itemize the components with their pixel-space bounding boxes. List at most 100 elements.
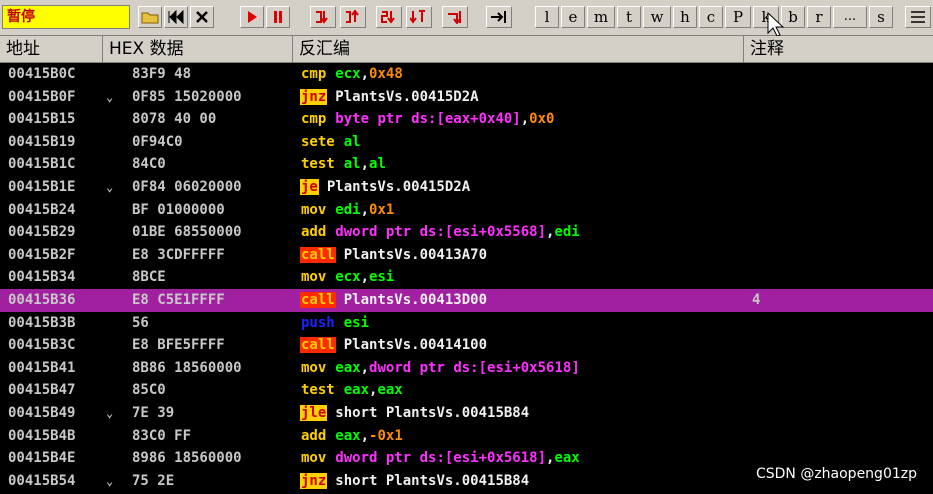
- row-disasm: mov dword ptr ds:[esi+0x5618],eax: [300, 447, 580, 470]
- row-mnemonic: push: [301, 314, 335, 331]
- row-address: 00415B24: [8, 201, 76, 218]
- row-disasm: push esi: [300, 312, 369, 335]
- row-hex: 01BE 68550000: [132, 224, 242, 241]
- trace-over-icon: [410, 10, 425, 24]
- table-row[interactable]: 00415B2F E8 3CDFFFFF call PlantsVs.00413A70: [0, 244, 933, 267]
- run-button[interactable]: [240, 6, 264, 28]
- executable-modules-button[interactable]: e: [561, 6, 585, 28]
- row-operand: ecx: [335, 66, 361, 82]
- table-row[interactable]: 00415B41 8B86 18560000 mov eax,dword ptr ds…: [0, 357, 933, 380]
- row-hex: 7E 39: [132, 405, 175, 421]
- row-operand: PlantsVs.00414100: [343, 337, 488, 354]
- row-operand: PlantsVs.00415D2A: [326, 179, 471, 195]
- row-hex: 8078 40 00: [132, 111, 217, 128]
- table-row[interactable]: 00415B36 E8 C5E1FFFF call PlantsVs.00413D00…: [0, 289, 933, 312]
- trace-into-icon: [381, 11, 395, 24]
- execute-till-return-button[interactable]: [442, 6, 468, 28]
- table-row[interactable]: 00415B3B 56 push esi: [0, 312, 933, 335]
- row-comment: 4: [752, 292, 761, 308]
- row-disasm: add eax,-0x1: [300, 425, 403, 448]
- patches-button[interactable]: P: [725, 6, 751, 28]
- row-address: 00415B15: [8, 111, 76, 128]
- step-into-button[interactable]: [310, 6, 336, 28]
- row-operand: eax: [343, 382, 370, 399]
- memory-map-button[interactable]: m: [587, 6, 615, 28]
- row-hex: E8 C5E1FFFF: [132, 292, 225, 308]
- row-mnemonic: jnz: [300, 88, 328, 105]
- row-operand: 0x1: [369, 201, 395, 218]
- table-row[interactable]: 00415B1C 84C0 test al,al: [0, 153, 933, 176]
- column-address[interactable]: 地址: [0, 36, 103, 63]
- row-disasm: cmp ecx,0x48: [300, 63, 403, 86]
- row-mnemonic: je: [300, 179, 319, 195]
- row-disasm: jle short PlantsVs.00415B84: [300, 402, 529, 425]
- row-address: 00415B0C: [8, 66, 76, 82]
- watermark: CSDN @zhaopeng01zp: [755, 466, 917, 482]
- step-into-icon: [316, 11, 328, 24]
- row-address: 00415B36: [8, 292, 76, 308]
- threads-button[interactable]: t: [617, 6, 641, 28]
- row-address: 00415B54: [8, 472, 76, 489]
- row-operand: esi: [343, 314, 370, 331]
- trace-into-button[interactable]: [376, 6, 402, 28]
- row-hex: 0F94C0: [132, 133, 183, 150]
- table-row[interactable]: 00415B47 85C0 test eax,eax: [0, 379, 933, 402]
- table-row[interactable]: 00415B1E ⌄ 0F84 06020000 je PlantsVs.00415D2…: [0, 176, 933, 199]
- table-row[interactable]: 00415B15 8078 40 00 cmp byte ptr ds:[eax+0x…: [0, 108, 933, 131]
- status-indicator: 暂停: [2, 5, 130, 29]
- row-operand: short PlantsVs.00415B84: [335, 405, 530, 421]
- references-button[interactable]: r: [807, 6, 831, 28]
- row-operand: ecx: [335, 269, 361, 286]
- column-comment[interactable]: 注释: [744, 36, 933, 63]
- pause-button[interactable]: [266, 6, 290, 28]
- source-button[interactable]: s: [869, 6, 893, 28]
- table-row[interactable]: 00415B19 0F94C0 sete al: [0, 131, 933, 154]
- row-operand: -0x1: [369, 427, 403, 444]
- restart-button[interactable]: [164, 6, 188, 28]
- cpu-button[interactable]: c: [699, 6, 723, 28]
- row-mnemonic: mov: [301, 450, 327, 467]
- table-row[interactable]: 00415B34 8BCE mov ecx,esi: [0, 266, 933, 289]
- row-mnemonic: mov: [301, 201, 327, 218]
- row-hex: 83F9 48: [132, 66, 192, 82]
- row-hex: 0F84 06020000: [132, 179, 242, 195]
- row-operand: al: [343, 133, 361, 150]
- table-row[interactable]: 00415B29 01BE 68550000 add dword ptr ds:[es…: [0, 221, 933, 244]
- table-row[interactable]: 00415B0F ⌄ 0F85 15020000 jnz PlantsVs.00415D…: [0, 86, 933, 109]
- row-hex: 75 2E: [132, 472, 175, 489]
- column-disasm[interactable]: 反汇编: [293, 36, 744, 63]
- row-hex: 84C0: [132, 156, 166, 173]
- table-row[interactable]: 00415B3C E8 BFE5FFFF call PlantsVs.00414100: [0, 334, 933, 357]
- go-to-origin-button[interactable]: [486, 6, 512, 28]
- menu-button[interactable]: [905, 6, 931, 28]
- log-window-button[interactable]: l: [535, 6, 559, 28]
- row-hex: 85C0: [132, 382, 166, 399]
- row-mnemonic: mov: [301, 269, 327, 286]
- disassembly-list[interactable]: 00415B0C 83F9 48 cmp ecx,0x48 00415B0F ⌄ 0F85 …: [0, 63, 933, 494]
- jump-arrow-icon: ⌄: [106, 89, 114, 104]
- row-disasm: call PlantsVs.00414100: [300, 334, 487, 357]
- row-address: 00415B2F: [8, 246, 76, 263]
- handles-button[interactable]: h: [673, 6, 697, 28]
- trace-over-button[interactable]: [406, 6, 432, 28]
- open-file-button[interactable]: [138, 6, 162, 28]
- table-row[interactable]: 00415B49 ⌄ 7E 39 jle short PlantsVs.00415B84: [0, 402, 933, 425]
- row-disasm: test al,al: [300, 153, 386, 176]
- row-operand: dword ptr ds:[esi+0x5568]: [335, 224, 547, 241]
- table-row[interactable]: 00415B4B 83C0 FF add eax,-0x1: [0, 425, 933, 448]
- close-button[interactable]: [190, 6, 214, 28]
- run-trace-button[interactable]: ...: [833, 6, 867, 28]
- table-row[interactable]: 00415B0C 83F9 48 cmp ecx,0x48: [0, 63, 933, 86]
- windows-button[interactable]: w: [643, 6, 671, 28]
- column-hex[interactable]: HEX 数据: [103, 36, 293, 63]
- row-operand: byte ptr ds:[eax+0x40]: [335, 111, 521, 128]
- play-icon: [248, 11, 257, 23]
- row-operand: eax: [554, 450, 580, 467]
- step-over-button[interactable]: [340, 6, 366, 28]
- row-address: 00415B41: [8, 359, 76, 376]
- table-row[interactable]: 00415B24 BF 01000000 mov edi,0x1: [0, 199, 933, 222]
- jump-arrow-icon: ⌄: [106, 473, 114, 488]
- row-hex: 8986 18560000: [132, 450, 242, 467]
- row-hex: 56: [132, 314, 149, 331]
- row-disasm: jnz PlantsVs.00415D2A: [300, 86, 479, 109]
